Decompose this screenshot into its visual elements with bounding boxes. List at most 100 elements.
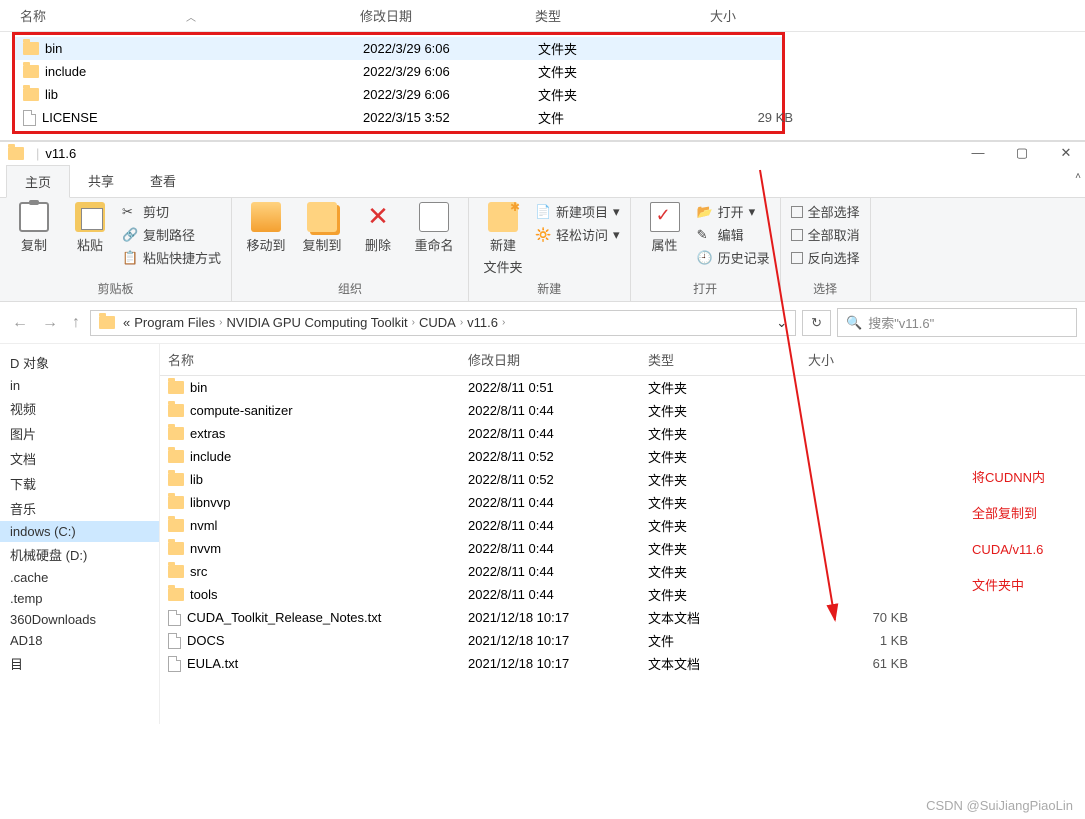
history-button[interactable]: 🕘历史记录: [697, 248, 770, 267]
file-name: nvvm: [190, 541, 221, 556]
copy-to-button[interactable]: 复制到: [298, 202, 346, 254]
breadcrumb[interactable]: « Program Files › NVIDIA GPU Computing T…: [90, 310, 796, 336]
breadcrumb-item[interactable]: v11.6: [467, 315, 498, 330]
file-row[interactable]: tools2022/8/11 0:44文件夹: [160, 583, 1085, 606]
scissors-icon: ✂: [122, 204, 138, 220]
file-name: libnvvp: [190, 495, 230, 510]
sidebar-item[interactable]: 视频: [0, 396, 159, 421]
sidebar-item[interactable]: 文档: [0, 446, 159, 471]
file-row[interactable]: nvml2022/8/11 0:44文件夹: [160, 514, 1085, 537]
sidebar-item[interactable]: .cache: [0, 567, 159, 588]
properties-button[interactable]: 属性: [641, 202, 689, 254]
file-row[interactable]: compute-sanitizer2022/8/11 0:44文件夹: [160, 399, 1085, 422]
file-row[interactable]: include2022/3/29 6:06文件夹: [15, 60, 782, 83]
col-date[interactable]: 修改日期: [360, 6, 535, 25]
minimize-button[interactable]: —: [965, 145, 991, 161]
breadcrumb-prefix: «: [123, 315, 130, 330]
ribbon-collapse-icon[interactable]: ˄: [1071, 165, 1085, 197]
shortcut-icon: 📋: [122, 250, 138, 266]
sidebar-item[interactable]: 机械硬盘 (D:): [0, 542, 159, 567]
cut-button[interactable]: ✂剪切: [122, 202, 169, 221]
tab-home[interactable]: 主页: [6, 165, 70, 198]
forward-button[interactable]: →: [38, 314, 62, 332]
sidebar-item[interactable]: 目: [0, 651, 159, 676]
search-placeholder: 搜索"v11.6": [868, 313, 934, 332]
address-bar: ← → ↑ « Program Files › NVIDIA GPU Compu…: [0, 302, 1085, 344]
paste-shortcut-button[interactable]: 📋粘贴快捷方式: [122, 248, 221, 267]
ribbon-tabs: 主页 共享 查看 ˄: [0, 165, 1085, 198]
file-row[interactable]: bin2022/3/29 6:06文件夹: [15, 37, 782, 60]
col-name[interactable]: 名称: [168, 350, 468, 369]
tab-share[interactable]: 共享: [70, 165, 132, 197]
file-date: 2022/8/11 0:44: [468, 541, 648, 556]
sidebar-item[interactable]: D 对象: [0, 350, 159, 375]
sidebar-item[interactable]: indows (C:): [0, 521, 159, 542]
move-icon: [251, 202, 281, 232]
select-all-button[interactable]: 全部选择: [791, 202, 860, 221]
edit-button[interactable]: ✎编辑: [697, 225, 744, 244]
move-to-button[interactable]: 移动到: [242, 202, 290, 254]
invert-selection-button[interactable]: 反向选择: [791, 248, 860, 267]
col-name[interactable]: 名称︿: [20, 6, 360, 25]
file-row[interactable]: EULA.txt2021/12/18 10:17文本文档61 KB: [160, 652, 1085, 675]
sidebar-item[interactable]: AD18: [0, 630, 159, 651]
breadcrumb-item[interactable]: Program Files: [134, 315, 215, 330]
delete-icon: ✕: [363, 202, 393, 232]
up-button[interactable]: ↑: [68, 314, 84, 332]
main-area: D 对象in视频图片文档下载音乐indows (C:)机械硬盘 (D:).cac…: [0, 344, 1085, 724]
file-date: 2021/12/18 10:17: [468, 610, 648, 625]
copy-path-button[interactable]: 🔗复制路径: [122, 225, 195, 244]
sidebar-item[interactable]: 音乐: [0, 496, 159, 521]
breadcrumb-item[interactable]: NVIDIA GPU Computing Toolkit: [227, 315, 408, 330]
file-row[interactable]: libnvvp2022/8/11 0:44文件夹: [160, 491, 1085, 514]
new-item-icon: 📄: [535, 204, 551, 220]
easy-access-button[interactable]: 🔆轻松访问 ▾: [535, 225, 620, 244]
file-type: 文件夹: [648, 516, 808, 535]
file-date: 2022/8/11 0:44: [468, 495, 648, 510]
open-button[interactable]: 📂打开 ▾: [697, 202, 756, 221]
new-folder-button[interactable]: 新建文件夹: [479, 202, 527, 276]
file-type: 文件夹: [648, 562, 808, 581]
breadcrumb-item[interactable]: CUDA: [419, 315, 456, 330]
file-row[interactable]: lib2022/8/11 0:52文件夹: [160, 468, 1085, 491]
file-row[interactable]: LICENSE2022/3/15 3:52文件29 KB: [15, 106, 782, 129]
file-date: 2021/12/18 10:17: [468, 656, 648, 671]
paste-button[interactable]: 粘贴: [66, 202, 114, 254]
col-size[interactable]: 大小: [808, 350, 928, 369]
maximize-button[interactable]: ▢: [1009, 145, 1035, 161]
file-row[interactable]: nvvm2022/8/11 0:44文件夹: [160, 537, 1085, 560]
close-button[interactable]: ✕: [1053, 145, 1079, 161]
file-row[interactable]: extras2022/8/11 0:44文件夹: [160, 422, 1085, 445]
rename-button[interactable]: 重命名: [410, 202, 458, 254]
file-row[interactable]: src2022/8/11 0:44文件夹: [160, 560, 1085, 583]
col-type[interactable]: 类型: [535, 6, 710, 25]
new-item-button[interactable]: 📄新建项目 ▾: [535, 202, 620, 221]
search-input[interactable]: 🔍 搜索"v11.6": [837, 308, 1077, 337]
breadcrumb-dropdown-icon[interactable]: ⌄: [776, 315, 787, 331]
col-date[interactable]: 修改日期: [468, 350, 648, 369]
sidebar-item[interactable]: 360Downloads: [0, 609, 159, 630]
col-size[interactable]: 大小: [710, 6, 810, 25]
file-type: 文件: [648, 631, 808, 650]
file-row[interactable]: DOCS2021/12/18 10:17文件1 KB: [160, 629, 1085, 652]
refresh-button[interactable]: ↻: [802, 310, 831, 336]
file-row[interactable]: include2022/8/11 0:52文件夹: [160, 445, 1085, 468]
clipboard-icon: [19, 202, 49, 232]
sidebar-item[interactable]: .temp: [0, 588, 159, 609]
select-none-button[interactable]: 全部取消: [791, 225, 860, 244]
back-button[interactable]: ←: [8, 314, 32, 332]
file-row[interactable]: CUDA_Toolkit_Release_Notes.txt2021/12/18…: [160, 606, 1085, 629]
file-row[interactable]: lib2022/3/29 6:06文件夹: [15, 83, 782, 106]
sidebar-item[interactable]: 图片: [0, 421, 159, 446]
window-titlebar[interactable]: | v11.6 — ▢ ✕: [0, 141, 1085, 165]
sidebar-item[interactable]: in: [0, 375, 159, 396]
col-type[interactable]: 类型: [648, 350, 808, 369]
select-all-icon: [791, 206, 803, 218]
separator: |: [36, 146, 39, 161]
file-row[interactable]: bin2022/8/11 0:51文件夹: [160, 376, 1085, 399]
sidebar-item[interactable]: 下载: [0, 471, 159, 496]
tab-view[interactable]: 查看: [132, 165, 194, 197]
chevron-right-icon: ›: [219, 317, 222, 328]
copy-button[interactable]: 复制: [10, 202, 58, 254]
delete-button[interactable]: ✕删除: [354, 202, 402, 254]
